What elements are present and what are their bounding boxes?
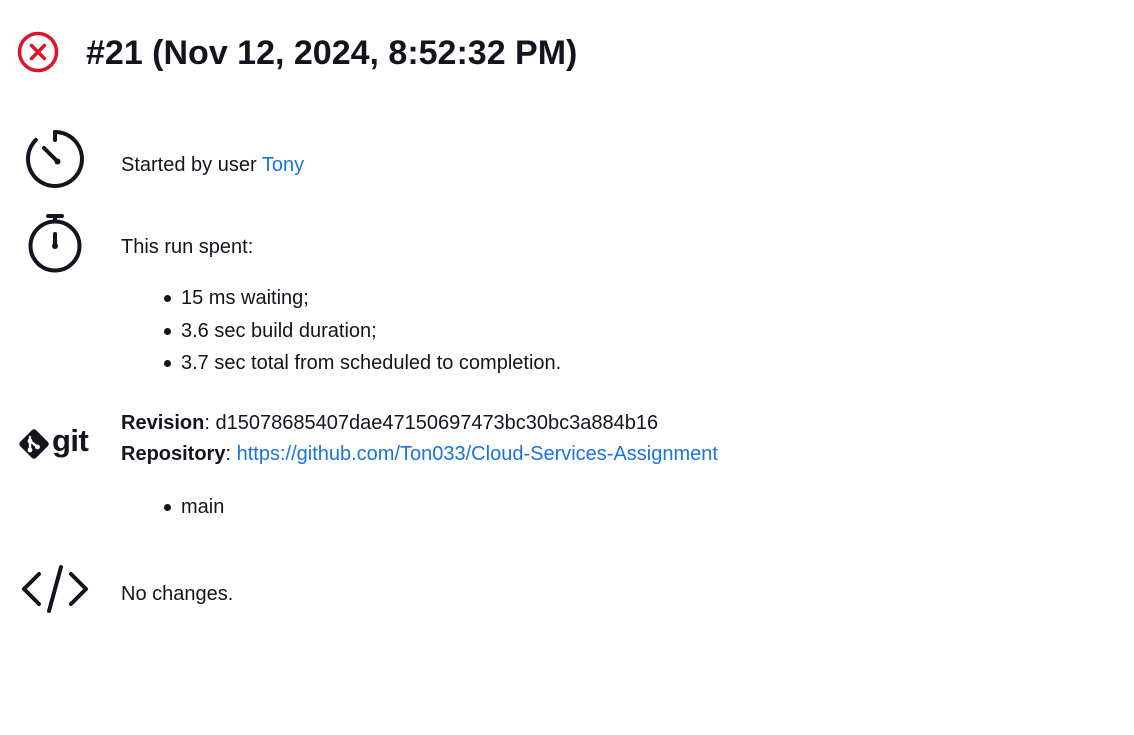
branch-list: main — [162, 491, 224, 524]
repository-link[interactable]: https://github.com/Ton033/Cloud-Services… — [237, 443, 718, 465]
timer-icon — [25, 130, 84, 188]
changes-text: No changes. — [121, 583, 234, 605]
code-icon — [22, 565, 88, 613]
started-by-text: Started by user Tony — [121, 153, 304, 177]
list-item: 3.6 sec build duration; — [162, 315, 561, 348]
repository-label: Repository — [121, 443, 226, 465]
page-title: #21 (Nov 12, 2024, 8:52:32 PM) — [86, 34, 578, 72]
git-logo-icon: git — [18, 423, 98, 464]
build-header — [16, 30, 60, 74]
repository-line: Repository: https://github.com/Ton033/Cl… — [121, 443, 718, 465]
revision-value: d15078685407dae47150697473bc30bc3a884b16 — [215, 412, 659, 434]
user-link[interactable]: Tony — [262, 154, 304, 176]
failed-status-icon — [17, 31, 59, 73]
build-summary-page: #21 (Nov 12, 2024, 8:52:32 PM) Started b… — [0, 0, 1134, 735]
started-by-prefix: Started by user — [121, 154, 262, 176]
revision-line: Revision: d15078685407dae47150697473bc30… — [121, 412, 659, 434]
revision-label: Revision — [121, 412, 205, 434]
stopwatch-icon — [28, 214, 82, 273]
list-item: main — [162, 491, 224, 524]
timing-label: This run spent: — [121, 236, 254, 258]
git-diamond-icon — [19, 429, 49, 459]
git-logo-text: git — [52, 423, 89, 458]
list-item: 3.7 sec total from scheduled to completi… — [162, 347, 561, 380]
list-item: 15 ms waiting; — [162, 282, 561, 315]
timing-list: 15 ms waiting; 3.6 sec build duration; 3… — [162, 282, 561, 380]
